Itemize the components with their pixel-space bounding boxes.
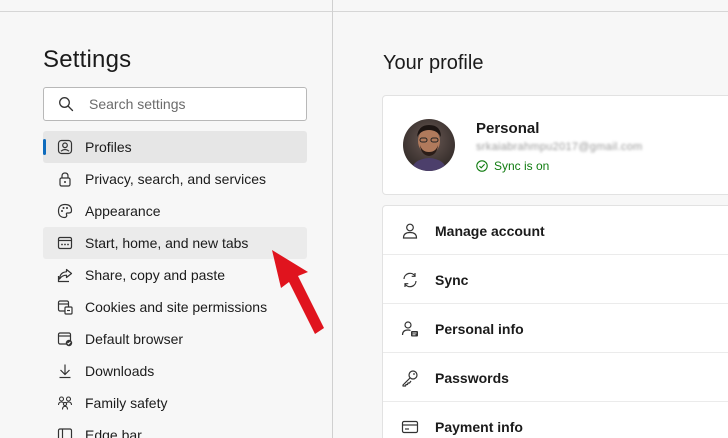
profile-card: Personal srkaiabrahmpu2017@gmail.com Syn…: [382, 95, 728, 195]
tabs-icon: [57, 235, 73, 251]
family-icon: [57, 395, 73, 411]
sidebar-item-label: Family safety: [85, 395, 168, 411]
row-label: Manage account: [435, 223, 545, 239]
sidebar-item-label: Cookies and site permissions: [85, 299, 268, 315]
sidebar-item-label: Appearance: [85, 203, 161, 219]
search-input[interactable]: [89, 94, 289, 114]
palette-icon: [57, 203, 73, 219]
row-label: Passwords: [435, 370, 509, 386]
share-icon: [57, 267, 73, 283]
sync-status: Sync is on: [476, 159, 549, 173]
sidebar-item-label: Downloads: [85, 363, 155, 379]
personal-info-row[interactable]: Personal info: [383, 304, 728, 353]
card-icon: [401, 418, 419, 436]
sidebar-item-profiles[interactable]: Profiles: [43, 131, 307, 163]
sync-row[interactable]: Sync: [383, 255, 728, 304]
profile-options-list: Manage account Sync Personal info Passwo…: [382, 205, 728, 438]
sidebar-item-family-safety[interactable]: Family safety: [43, 387, 307, 419]
person-icon: [401, 222, 419, 240]
search-icon: [59, 97, 74, 112]
sidebar-item-edge-bar[interactable]: Edge bar: [43, 419, 307, 438]
row-label: Personal info: [435, 321, 524, 337]
search-box[interactable]: [43, 87, 307, 121]
check-circle-icon: [476, 160, 488, 172]
cookie-icon: [57, 299, 73, 315]
annotation-arrow-icon: [272, 250, 324, 334]
sidebar-item-appearance[interactable]: Appearance: [43, 195, 307, 227]
sidebar-item-label: Share, copy and paste: [85, 267, 226, 283]
page-title: Your profile: [383, 52, 484, 74]
settings-sidebar: Settings Profiles Privacy, search, and s…: [0, 12, 333, 438]
personal-info-icon: [401, 320, 419, 338]
row-label: Sync: [435, 272, 469, 288]
sidebar-item-downloads[interactable]: Downloads: [43, 355, 307, 387]
divider: [332, 0, 333, 12]
profile-icon: [57, 139, 73, 155]
main-content: Your profile Personal srkaiabrahmpu2017@…: [333, 12, 728, 438]
avatar[interactable]: [403, 119, 455, 171]
browser-icon: [57, 331, 73, 347]
key-icon: [401, 369, 419, 387]
manage-account-row[interactable]: Manage account: [383, 206, 728, 255]
sidebar-item-label: Start, home, and new tabs: [85, 235, 249, 251]
row-label: Payment info: [435, 419, 523, 435]
payment-info-row[interactable]: Payment info: [383, 402, 728, 438]
sidebar-item-label: Default browser: [85, 331, 184, 347]
download-icon: [57, 363, 73, 379]
lock-icon: [57, 171, 73, 187]
profile-email: srkaiabrahmpu2017@gmail.com: [476, 141, 643, 153]
sync-status-text: Sync is on: [494, 159, 550, 173]
sidebar-item-label: Profiles: [85, 139, 132, 155]
window-top-strip: [0, 0, 728, 12]
sidebar-item-label: Edge bar: [85, 427, 142, 438]
passwords-row[interactable]: Passwords: [383, 353, 728, 402]
sync-icon: [401, 271, 419, 289]
sidebar-item-privacy[interactable]: Privacy, search, and services: [43, 163, 307, 195]
sidebar-title: Settings: [43, 46, 132, 73]
sidebar-item-label: Privacy, search, and services: [85, 171, 267, 187]
profile-name: Personal: [476, 120, 540, 137]
edge-bar-icon: [57, 427, 73, 438]
